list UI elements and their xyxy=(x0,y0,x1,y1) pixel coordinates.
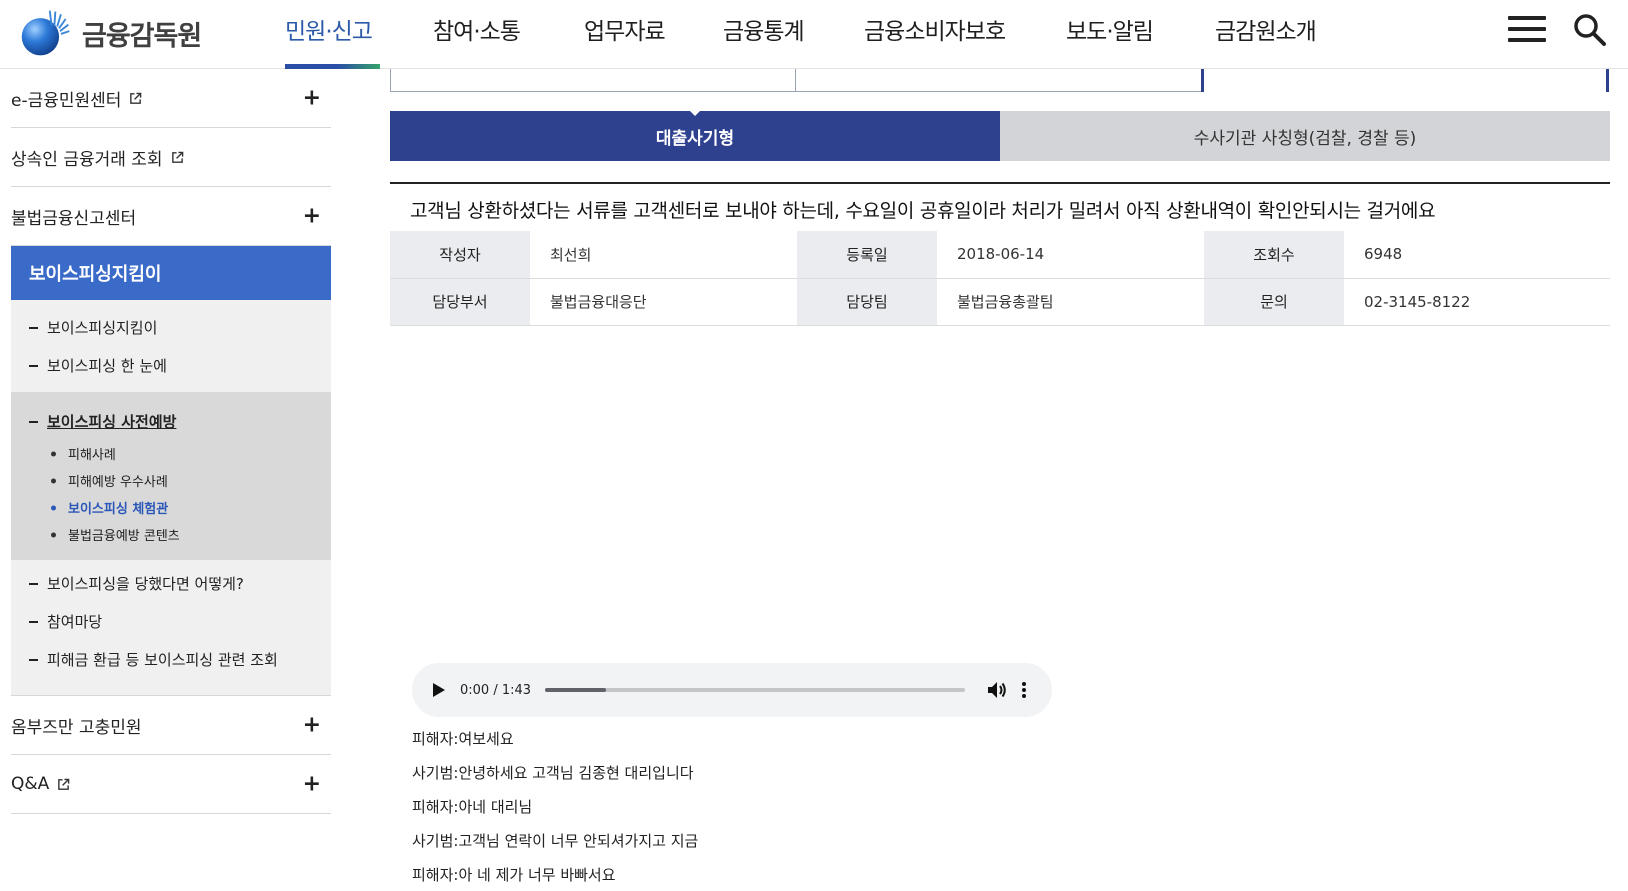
logo-text: 금융감독원 xyxy=(82,20,202,52)
submenu-item[interactable]: 보이스피싱을 당했다면 어떻게? xyxy=(11,564,331,602)
top-tab-strip xyxy=(390,69,1610,92)
search-icon[interactable] xyxy=(1572,12,1608,48)
sidebar-item-illegal-finance[interactable]: 불법금융신고센터 + xyxy=(11,187,331,246)
sidebar-item-inheritance[interactable]: 상속인 금융거래 조회 xyxy=(11,128,331,187)
submenu-item[interactable]: 피해금 환급 등 보이스피싱 관련 조회 xyxy=(11,640,331,678)
case-type-tabs: 대출사기형 수사기관 사칭형(검찰, 경찰 등) xyxy=(390,111,1610,161)
expand-icon[interactable]: + xyxy=(303,204,321,229)
audio-seek-bar[interactable] xyxy=(545,688,966,692)
top-tab[interactable] xyxy=(390,69,796,92)
nav-item-press[interactable]: 보도·알림 xyxy=(1066,12,1154,46)
sidebar-item-label: e-금융민원센터 xyxy=(11,90,122,111)
team-label: 담당팀 xyxy=(797,278,937,326)
nav-item-statistics[interactable]: 금융통계 xyxy=(723,12,805,46)
sidebar-nav: e-금융민원센터 + 상속인 금융거래 조회 불법금융신고센터 + 보이스피싱지… xyxy=(11,69,331,814)
expand-icon[interactable]: + xyxy=(303,713,321,738)
table-row: 담당부서 불법금융대응단 담당팀 불법금융총괄팀 문의 02-3145-8122 xyxy=(390,278,1610,326)
volume-icon[interactable] xyxy=(987,681,1007,699)
sidebar-item-voicephishing[interactable]: 보이스피싱지킴이 xyxy=(11,246,331,300)
sidebar-item-label: Q&A xyxy=(11,774,50,794)
external-link-icon xyxy=(171,151,183,163)
dept-label: 담당부서 xyxy=(390,278,530,326)
nav-item-about[interactable]: 금감원소개 xyxy=(1215,12,1317,46)
sidebar-item-label: 상속인 금융거래 조회 xyxy=(11,149,163,170)
tab-agency-impersonation[interactable]: 수사기관 사칭형(검찰, 경찰 등) xyxy=(1000,111,1610,161)
hamburger-menu-icon[interactable] xyxy=(1508,16,1546,46)
submenu3-item[interactable]: 피해사례 xyxy=(11,440,331,467)
submenu-item[interactable]: 보이스피싱 한 눈에 xyxy=(11,346,331,384)
nav-item-consumer-protection[interactable]: 금융소비자보호 xyxy=(864,12,1006,46)
transcript-line: 피해자:아네 대리님 xyxy=(412,797,533,816)
sidebar-item-e-minwon[interactable]: e-금융민원센터 + xyxy=(11,69,331,128)
nav-active-underline xyxy=(285,64,380,69)
author-label: 작성자 xyxy=(390,231,530,279)
tab-loan-fraud[interactable]: 대출사기형 xyxy=(390,111,1000,161)
submenu3-item[interactable]: 피해예방 우수사례 xyxy=(11,467,331,494)
nav-item-participation[interactable]: 참여·소통 xyxy=(433,12,521,46)
transcript-line: 피해자:여보세요 xyxy=(412,729,514,748)
external-link-icon xyxy=(130,92,142,104)
date-value: 2018-06-14 xyxy=(937,231,1204,279)
post-title: 고객님 상환하셨다는 서류를 고객센터로 보내야 하는데, 수요일이 공휴일이라… xyxy=(390,182,1610,235)
sidebar-submenu: 보이스피싱지킴이 보이스피싱 한 눈에 보이스피싱 사전예방 피해사례 피해예방… xyxy=(11,300,331,696)
submenu-open-group: 보이스피싱 사전예방 피해사례 피해예방 우수사례 보이스피싱 체험관 불법금융… xyxy=(11,392,331,560)
sidebar-item-qna[interactable]: Q&A + xyxy=(11,755,331,814)
audio-progress-fill xyxy=(545,688,606,692)
date-label: 등록일 xyxy=(797,231,937,279)
play-icon[interactable] xyxy=(432,682,446,698)
sidebar-item-ombudsman[interactable]: 옴부즈만 고충민원 + xyxy=(11,696,331,755)
author-value: 최선희 xyxy=(530,231,797,279)
views-label: 조회수 xyxy=(1204,231,1344,279)
audio-time: 0:00 / 1:43 xyxy=(460,682,532,698)
contact-label: 문의 xyxy=(1204,278,1344,326)
more-options-icon[interactable] xyxy=(1021,681,1027,699)
sidebar-item-label: 옴부즈만 고충민원 xyxy=(11,717,142,738)
sidebar-item-label: 불법금융신고센터 xyxy=(11,208,137,229)
views-value: 6948 xyxy=(1344,231,1610,279)
nav-item-work-data[interactable]: 업무자료 xyxy=(584,12,666,46)
submenu3-item[interactable]: 불법금융예방 콘텐츠 xyxy=(11,521,331,548)
fss-logo[interactable]: 금융감독원 xyxy=(18,4,202,62)
table-row: 작성자 최선희 등록일 2018-06-14 조회수 6948 xyxy=(390,231,1610,279)
dept-value: 불법금융대응단 xyxy=(530,278,797,326)
submenu-item[interactable]: 참여마당 xyxy=(11,602,331,640)
submenu-item[interactable]: 보이스피싱지킴이 xyxy=(11,308,331,346)
expand-icon[interactable]: + xyxy=(303,86,321,111)
transcript-line: 사기범:고객님 연락이 너무 안되셔가지고 지금 xyxy=(412,831,699,850)
contact-value: 02-3145-8122 xyxy=(1344,278,1610,326)
transcript: 피해자:여보세요 사기범:안녕하세요 고객님 김종현 대리입니다 피해자:아네 … xyxy=(412,721,1592,891)
top-tab[interactable] xyxy=(795,69,1202,92)
expand-icon[interactable]: + xyxy=(303,772,321,797)
transcript-line: 피해자:아 네 제가 너무 바빠서요 xyxy=(412,865,616,884)
top-tab-active[interactable] xyxy=(1201,69,1609,92)
team-value: 불법금융총괄팀 xyxy=(937,278,1204,326)
audio-player[interactable]: 0:00 / 1:43 xyxy=(412,663,1052,717)
nav-item-minwon[interactable]: 민원·신고 xyxy=(285,12,373,46)
external-link-icon xyxy=(58,778,70,790)
site-header: 금융감독원 민원·신고 참여·소통 업무자료 금융통계 금융소비자보호 보도·알… xyxy=(0,0,1628,69)
submenu3-item-active[interactable]: 보이스피싱 체험관 xyxy=(11,494,331,521)
logo-globe-icon xyxy=(21,10,70,56)
submenu-item-prevention[interactable]: 보이스피싱 사전예방 xyxy=(11,402,331,440)
post-info-table: 작성자 최선희 등록일 2018-06-14 조회수 6948 담당부서 불법금… xyxy=(390,231,1610,326)
transcript-line: 사기범:안녕하세요 고객님 김종현 대리입니다 xyxy=(412,763,694,782)
